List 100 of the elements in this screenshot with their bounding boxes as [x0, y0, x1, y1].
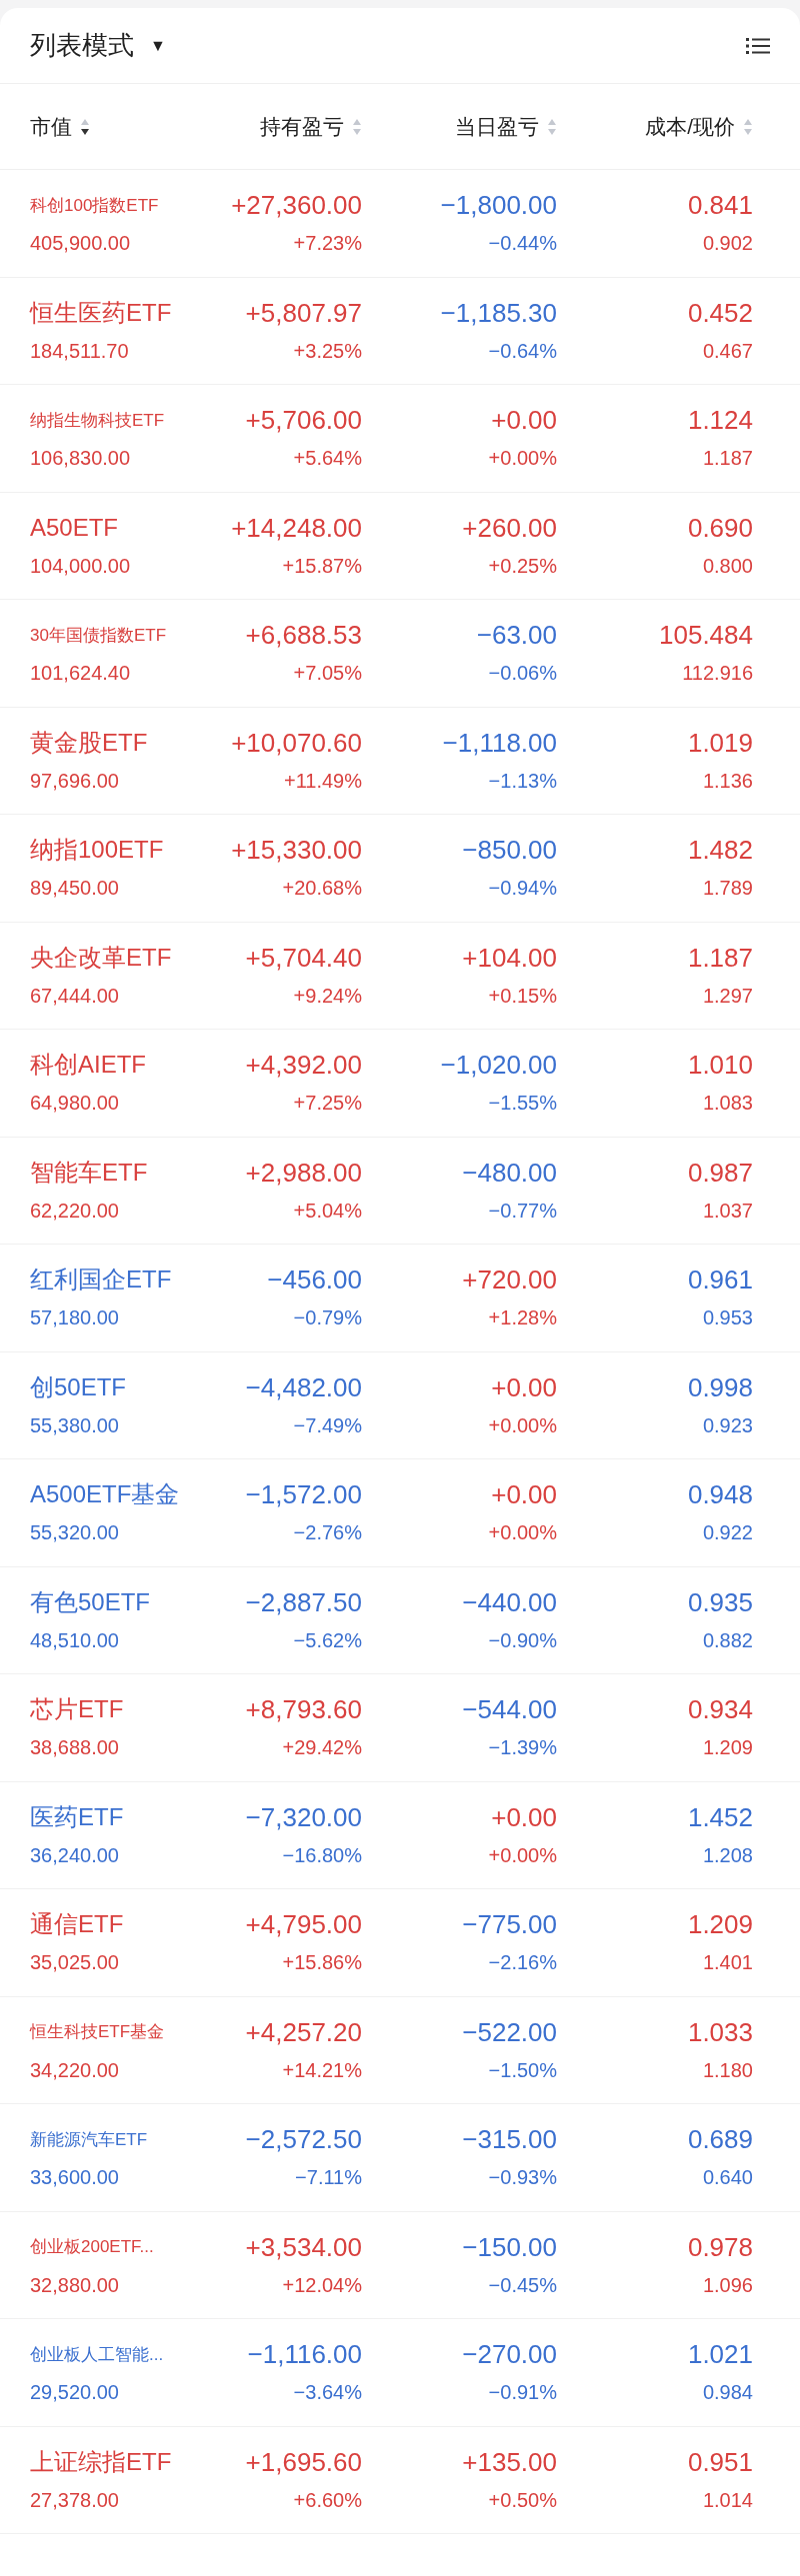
- fund-name[interactable]: 恒生科技ETF基金: [30, 2019, 165, 2045]
- fund-name[interactable]: 上证综指ETF: [30, 2443, 172, 2480]
- fund-name[interactable]: 恒生医药ETF: [30, 294, 172, 331]
- daily-pnl-percent: −0.94%: [488, 876, 557, 902]
- fund-name[interactable]: A500ETF基金: [30, 1476, 180, 1513]
- fund-name[interactable]: 纳指生物科技ETF: [30, 407, 165, 433]
- sort-icon[interactable]: [80, 117, 90, 136]
- market-value: 67,444.00: [30, 983, 120, 1009]
- market-value: 27,378.00: [30, 2487, 120, 2513]
- holding-pnl: +1,695.60: [245, 2445, 362, 2479]
- fund-name[interactable]: 新能源汽车ETF: [30, 2126, 148, 2152]
- cost-price: 105.484: [659, 619, 753, 653]
- current-price: 1.083: [702, 1091, 753, 1117]
- daily-pnl: −150.00: [462, 2230, 557, 2264]
- column-header[interactable]: 成本/现价: [645, 110, 735, 143]
- fund-name[interactable]: 科创AIETF: [30, 1047, 146, 1084]
- fund-name[interactable]: 通信ETF: [30, 1906, 124, 1943]
- cost-price: 0.841: [687, 189, 753, 223]
- current-price: 1.789: [702, 876, 753, 902]
- daily-pnl: +135.00: [462, 2445, 557, 2479]
- daily-pnl: −440.00: [462, 1585, 557, 1619]
- daily-pnl-percent: −2.16%: [488, 1950, 557, 1976]
- daily-pnl-percent: +0.00%: [488, 446, 557, 472]
- market-value: 34,220.00: [30, 2057, 120, 2083]
- daily-pnl-percent: −1.39%: [488, 1735, 557, 1761]
- holding-pnl-percent: −0.79%: [293, 1305, 362, 1331]
- fund-name[interactable]: A50ETF: [30, 509, 119, 546]
- current-price: 1.297: [702, 983, 753, 1009]
- current-price: 1.014: [702, 2487, 753, 2513]
- market-value: 32,880.00: [30, 2272, 120, 2298]
- daily-pnl: −480.00: [462, 1156, 557, 1190]
- current-price: 1.096: [702, 2272, 753, 2298]
- fund-name[interactable]: 30年国债指数ETF: [30, 622, 167, 648]
- holding-pnl: −1,116.00: [247, 2338, 362, 2372]
- holding-pnl: +2,988.00: [245, 1156, 362, 1190]
- market-value: 38,688.00: [30, 1735, 120, 1761]
- cost-price: 0.934: [687, 1693, 753, 1727]
- daily-pnl: −1,800.00: [440, 189, 557, 223]
- fund-name[interactable]: 创业板人工智能...: [30, 2341, 164, 2367]
- cost-price: 1.209: [687, 1908, 753, 1942]
- column-header[interactable]: 持有盈亏: [260, 110, 344, 143]
- fund-name[interactable]: 医药ETF: [30, 1798, 124, 1835]
- holding-pnl-percent: −3.64%: [293, 2380, 362, 2406]
- holding-pnl-percent: +3.25%: [293, 338, 362, 364]
- current-price: 0.922: [702, 1520, 753, 1546]
- daily-pnl: −270.00: [462, 2338, 557, 2372]
- holding-pnl: −7,320.00: [245, 1800, 362, 1834]
- fund-name[interactable]: 芯片ETF: [30, 1691, 124, 1728]
- holding-pnl-percent: +7.05%: [293, 661, 362, 687]
- fund-name[interactable]: 红利国企ETF: [30, 1262, 172, 1298]
- fund-name[interactable]: 智能车ETF: [30, 1154, 148, 1191]
- daily-pnl-percent: +0.00%: [488, 1842, 557, 1868]
- cost-price: 1.033: [687, 2015, 753, 2049]
- daily-pnl-percent: +0.25%: [488, 553, 557, 579]
- market-value: 184,511.70: [30, 338, 130, 364]
- holding-pnl-percent: +7.25%: [293, 1091, 362, 1117]
- cost-price: 1.124: [687, 404, 753, 438]
- holding-pnl: +15,330.00: [231, 834, 362, 868]
- current-price: 0.640: [702, 2165, 753, 2191]
- cost-price: 0.951: [687, 2445, 753, 2479]
- cost-price: 0.978: [687, 2230, 753, 2264]
- dropdown-caret[interactable]: ▼: [150, 33, 166, 58]
- current-price: 1.187: [702, 446, 753, 472]
- daily-pnl: −1,020.00: [440, 1049, 557, 1083]
- cost-price: 1.010: [687, 1049, 753, 1083]
- view-mode-title[interactable]: 列表模式: [30, 26, 134, 65]
- holding-pnl-percent: +11.49%: [283, 768, 362, 794]
- cost-price: 0.690: [687, 511, 753, 545]
- daily-pnl-percent: +1.28%: [488, 1305, 557, 1331]
- daily-pnl-percent: +0.15%: [488, 983, 557, 1009]
- column-header[interactable]: 当日盈亏: [455, 110, 539, 143]
- fund-name[interactable]: 央企改革ETF: [30, 939, 172, 976]
- current-price: 0.902: [702, 231, 753, 257]
- daily-pnl: −1,185.30: [440, 296, 557, 330]
- holding-pnl-percent: −7.11%: [295, 2165, 362, 2191]
- holding-pnl: +5,704.40: [245, 941, 362, 975]
- column-header[interactable]: 市值: [30, 110, 72, 143]
- current-price: 0.953: [702, 1305, 753, 1331]
- daily-pnl: +0.00: [491, 1370, 557, 1404]
- market-value: 97,696.00: [30, 768, 120, 794]
- market-value: 106,830.00: [30, 446, 132, 472]
- fund-name[interactable]: 创业板200ETF...: [30, 2234, 154, 2260]
- daily-pnl-percent: −0.45%: [488, 2272, 557, 2298]
- fund-name[interactable]: 纳指100ETF: [30, 832, 164, 869]
- fund-name[interactable]: 黄金股ETF: [30, 724, 148, 761]
- list-icon[interactable]: [746, 35, 770, 56]
- current-price: 0.984: [702, 2380, 753, 2406]
- holding-pnl-percent: +29.42%: [282, 1735, 362, 1761]
- fund-name[interactable]: 有色50ETF: [30, 1583, 151, 1620]
- holding-pnl: +14,248.00: [231, 511, 362, 545]
- daily-pnl-percent: −1.50%: [488, 2057, 557, 2083]
- fund-name[interactable]: 创50ETF: [30, 1368, 127, 1405]
- market-value: 29,520.00: [30, 2380, 120, 2406]
- daily-pnl: +0.00: [491, 1800, 557, 1834]
- current-price: 0.923: [702, 1412, 753, 1438]
- cost-price: 0.689: [687, 2123, 753, 2157]
- fund-name[interactable]: 科创100指数ETF: [30, 192, 159, 218]
- daily-pnl-percent: −0.44%: [488, 231, 557, 257]
- cost-price: 1.482: [687, 834, 753, 868]
- current-price: 1.401: [702, 1950, 753, 1976]
